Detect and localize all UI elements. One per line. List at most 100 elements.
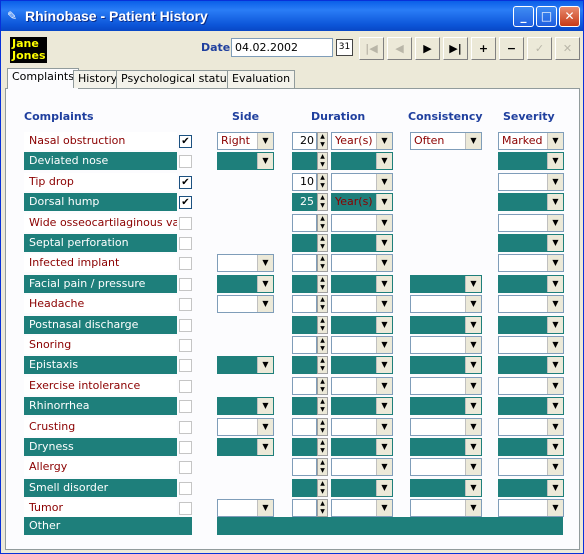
duration-unit-select[interactable]: ▼ (331, 275, 393, 293)
duration-spinner[interactable]: ▲ ▼ (317, 214, 328, 232)
duration-unit-select[interactable]: ▼ (331, 214, 393, 232)
chevron-down-icon[interactable]: ▼ (465, 439, 481, 455)
chevron-down-icon[interactable]: ▼ (257, 296, 273, 312)
chevron-down-icon[interactable]: ▼ (376, 215, 392, 231)
other-input[interactable] (217, 517, 563, 535)
chevron-down-icon[interactable]: ▼ (465, 337, 481, 353)
chevron-down-icon[interactable]: ▼ (376, 419, 392, 435)
chevron-down-icon[interactable]: ▼ (465, 378, 481, 394)
complaint-checkbox[interactable] (179, 319, 192, 332)
duration-unit-select[interactable]: ▼ (331, 458, 393, 476)
severity-select[interactable]: ▼ (498, 356, 564, 374)
complaint-checkbox[interactable] (179, 502, 192, 515)
duration-number[interactable] (292, 499, 317, 517)
chevron-down-icon[interactable]: ▼ (376, 153, 392, 169)
delete-record-button[interactable]: − (499, 37, 524, 60)
duration-number[interactable]: 20 (292, 132, 317, 150)
chevron-down-icon[interactable]: ▼ (547, 133, 563, 149)
previous-record-button[interactable]: ◀ (387, 37, 412, 60)
cancel-record-button[interactable]: ✕ (555, 37, 580, 60)
severity-select[interactable]: ▼ (498, 275, 564, 293)
chevron-down-icon[interactable]: ▼ (257, 153, 273, 169)
chevron-down-icon[interactable]: ▼ (547, 419, 563, 435)
duration-number[interactable] (292, 234, 317, 252)
chevron-down-icon[interactable]: ▼ (376, 439, 392, 455)
duration-number[interactable]: 10 (292, 173, 317, 191)
severity-select[interactable]: ▼ (498, 295, 564, 313)
chevron-down-icon[interactable]: ▼ (376, 296, 392, 312)
duration-unit-select[interactable]: ▼ (331, 499, 393, 517)
duration-number[interactable] (292, 458, 317, 476)
complaint-checkbox[interactable] (179, 257, 192, 270)
severity-select[interactable]: ▼ (498, 316, 564, 334)
chevron-down-icon[interactable]: ▼ (465, 276, 481, 292)
duration-unit-select[interactable]: ▼ (331, 377, 393, 395)
chevron-down-icon[interactable]: ▼ (465, 480, 481, 496)
duration-unit-select[interactable]: ▼ (331, 254, 393, 272)
duration-spinner[interactable]: ▲ ▼ (317, 479, 328, 497)
chevron-down-icon[interactable]: ▼ (257, 357, 273, 373)
duration-unit-select[interactable]: ▼ (331, 418, 393, 436)
chevron-down-icon[interactable]: ▼ (547, 459, 563, 475)
duration-unit-select[interactable]: ▼ (331, 438, 393, 456)
chevron-down-icon[interactable]: ▼ (465, 398, 481, 414)
chevron-down-icon[interactable]: ▼ (465, 419, 481, 435)
severity-select[interactable]: ▼ (498, 418, 564, 436)
severity-select[interactable]: ▼ (498, 173, 564, 191)
chevron-down-icon[interactable]: ▼ (376, 459, 392, 475)
duration-number[interactable] (292, 316, 317, 334)
duration-unit-select[interactable]: ▼ (331, 152, 393, 170)
consistency-select[interactable]: ▼ (410, 316, 482, 334)
chevron-down-icon[interactable]: ▼ (376, 174, 392, 190)
duration-spinner[interactable]: ▲ ▼ (317, 254, 328, 272)
severity-select[interactable]: ▼ (498, 336, 564, 354)
chevron-down-icon[interactable]: ▼ (547, 174, 563, 190)
chevron-down-icon[interactable]: ▼ (376, 480, 392, 496)
duration-number[interactable] (292, 214, 317, 232)
duration-unit-select[interactable]: ▼ (331, 234, 393, 252)
severity-select[interactable]: ▼ (498, 458, 564, 476)
severity-select[interactable]: ▼ (498, 234, 564, 252)
consistency-select[interactable]: ▼ (410, 336, 482, 354)
add-record-button[interactable]: + (471, 37, 496, 60)
chevron-down-icon[interactable]: ▼ (547, 317, 563, 333)
severity-select[interactable]: ▼ (498, 397, 564, 415)
duration-spinner[interactable]: ▲ ▼ (317, 275, 328, 293)
chevron-down-icon[interactable]: ▼ (465, 459, 481, 475)
duration-spinner[interactable]: ▲ ▼ (317, 356, 328, 374)
chevron-down-icon[interactable]: ▼ (376, 337, 392, 353)
duration-number[interactable] (292, 418, 317, 436)
chevron-down-icon[interactable]: ▼ (257, 439, 273, 455)
chevron-down-icon[interactable]: ▼ (257, 500, 273, 516)
duration-number[interactable] (292, 336, 317, 354)
chevron-down-icon[interactable]: ▼ (547, 235, 563, 251)
chevron-down-icon[interactable]: ▼ (547, 194, 563, 210)
duration-unit-select[interactable]: ▼ (331, 336, 393, 354)
consistency-select[interactable]: ▼ (410, 479, 482, 497)
next-record-button[interactable]: ▶ (415, 37, 440, 60)
chevron-down-icon[interactable]: ▼ (257, 276, 273, 292)
complaint-checkbox[interactable] (179, 339, 192, 352)
maximize-button[interactable]: □ (536, 6, 557, 27)
title-bar[interactable]: ✎ Rhinobase - Patient History _ □ ✕ (1, 1, 583, 31)
complaint-checkbox[interactable] (179, 359, 192, 372)
complaint-checkbox[interactable] (179, 217, 192, 230)
consistency-select[interactable]: Often ▼ (410, 132, 482, 150)
severity-select[interactable]: ▼ (498, 214, 564, 232)
duration-spinner[interactable]: ▲ ▼ (317, 152, 328, 170)
first-record-button[interactable]: |◀ (359, 37, 384, 60)
duration-number[interactable] (292, 275, 317, 293)
chevron-down-icon[interactable]: ▼ (376, 235, 392, 251)
complaint-checkbox[interactable]: ✔ (179, 135, 192, 148)
duration-number[interactable] (292, 152, 317, 170)
duration-spinner[interactable]: ▲ ▼ (317, 377, 328, 395)
consistency-select[interactable]: ▼ (410, 438, 482, 456)
consistency-select[interactable]: ▼ (410, 499, 482, 517)
complaint-checkbox[interactable] (179, 482, 192, 495)
chevron-down-icon[interactable]: ▼ (257, 255, 273, 271)
duration-number[interactable] (292, 377, 317, 395)
complaint-checkbox[interactable] (179, 461, 192, 474)
duration-number[interactable] (292, 356, 317, 374)
complaint-checkbox[interactable] (179, 421, 192, 434)
chevron-down-icon[interactable]: ▼ (547, 500, 563, 516)
